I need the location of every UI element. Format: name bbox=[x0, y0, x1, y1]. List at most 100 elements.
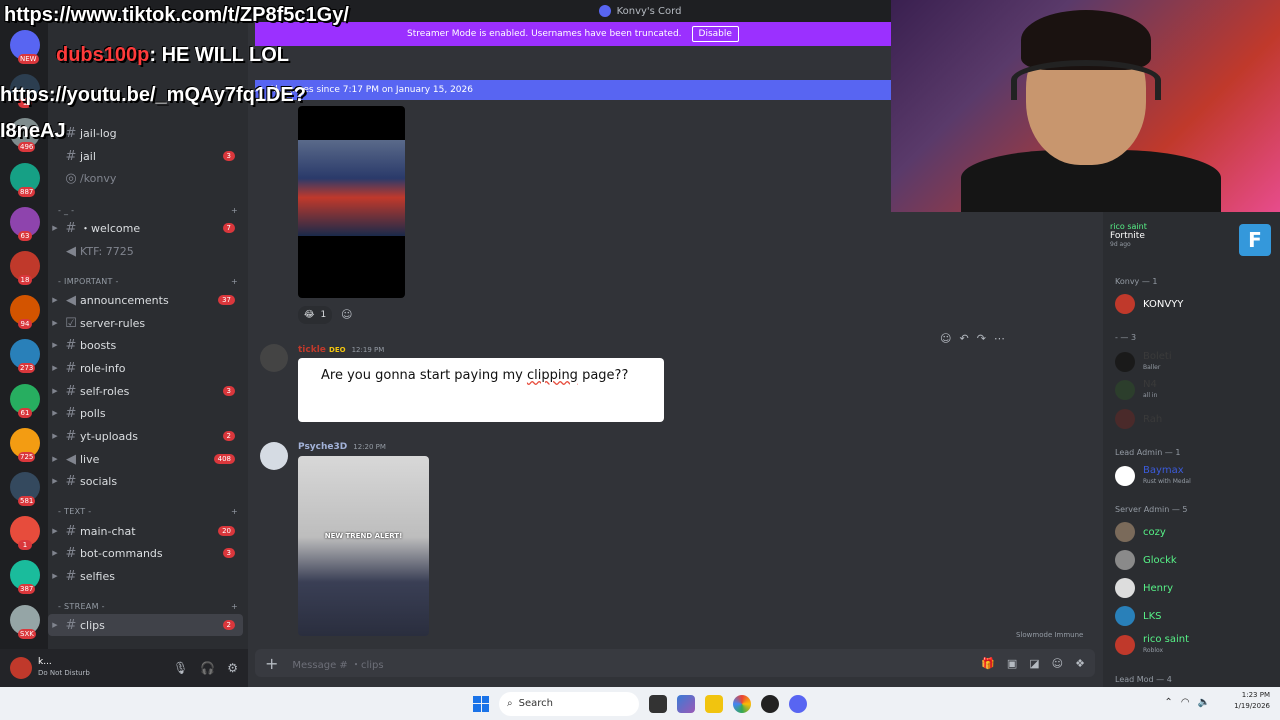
channel-role-info[interactable]: ▶ # role-info bbox=[48, 357, 243, 379]
collapse-arrow-icon: ▶ bbox=[52, 319, 58, 327]
channel-welcome[interactable]: ▶ # ・welcome 7 bbox=[48, 217, 243, 239]
task-view-icon[interactable] bbox=[649, 694, 667, 713]
obs-icon[interactable] bbox=[761, 694, 779, 713]
search-label: Search bbox=[518, 698, 553, 709]
member-name: Boleti bbox=[1143, 351, 1172, 362]
add-channel-icon[interactable]: + bbox=[231, 206, 238, 215]
channel-announcements[interactable]: ▶ ◀ announcements 37 bbox=[48, 289, 243, 311]
member-item[interactable]: Baymax Rust with Medal bbox=[1115, 465, 1191, 487]
channel-label: socials bbox=[80, 474, 118, 488]
member-name: KONVYY bbox=[1143, 298, 1184, 310]
add-channel-icon[interactable]: + bbox=[231, 602, 238, 611]
unread-badge: 3 bbox=[222, 151, 235, 161]
channel-bot-commands[interactable]: ▶ # bot-commands 3 bbox=[48, 542, 243, 564]
sticker-icon[interactable]: ◪ bbox=[1029, 657, 1039, 670]
chrome-icon[interactable] bbox=[733, 694, 751, 713]
member-name: Henry bbox=[1143, 582, 1174, 594]
category-text[interactable]: - TEXT - + bbox=[58, 507, 238, 516]
member-name: Rah bbox=[1143, 413, 1163, 425]
channel-jail-log[interactable]: ▶ # jail-log bbox=[48, 122, 243, 144]
message-author[interactable]: Psyche3D 12:20 PM bbox=[298, 442, 386, 452]
windows-start-icon[interactable] bbox=[473, 695, 489, 712]
gear-icon[interactable]: ⚙ bbox=[227, 661, 238, 675]
headphones-icon[interactable]: 🎧 bbox=[200, 661, 215, 675]
member-item[interactable]: N4 all in bbox=[1115, 379, 1157, 401]
add-channel-icon[interactable]: + bbox=[231, 507, 238, 516]
category-important[interactable]: - IMPORTANT - + bbox=[58, 277, 238, 286]
channel-clips[interactable]: ▶ # clips 2 bbox=[48, 614, 243, 636]
reply-icon[interactable]: ↶ bbox=[959, 332, 968, 345]
author-name: Psyche3D bbox=[298, 442, 348, 452]
gift-icon[interactable]: 🎁 bbox=[981, 657, 995, 670]
member-item[interactable]: Boleti Baller bbox=[1115, 351, 1172, 373]
channel-ktf[interactable]: ◀ KTF: 7725 bbox=[48, 240, 243, 262]
member-item[interactable]: LKS bbox=[1115, 606, 1161, 626]
category-label: - STREAM - bbox=[58, 602, 105, 611]
file-explorer-icon[interactable] bbox=[705, 694, 723, 713]
wifi-icon[interactable]: ◠ bbox=[1181, 697, 1190, 708]
collapse-arrow-icon: ▶ bbox=[52, 387, 58, 395]
channel-konvy-stage[interactable]: ◎/konvy bbox=[48, 167, 243, 189]
unread-badge: 37 bbox=[218, 295, 235, 305]
add-channel-icon[interactable]: + bbox=[231, 277, 238, 286]
new-messages-bar[interactable]: Al... ...ges since 7:17 PM on January 15… bbox=[255, 80, 891, 100]
now-playing-card[interactable]: rico saint Fortnite 9d ago F bbox=[1110, 222, 1275, 262]
clock[interactable]: 1:23 PM 1/19/2026 bbox=[1234, 690, 1270, 712]
apps-icon[interactable]: ❖ bbox=[1075, 657, 1085, 670]
volume-icon[interactable]: 🔈 bbox=[1198, 697, 1210, 708]
reaction-pill[interactable]: 😂 1 bbox=[298, 306, 333, 324]
add-attachment-icon[interactable]: + bbox=[265, 654, 278, 673]
overlay-chat-text: : HE WILL LOL bbox=[149, 44, 289, 66]
category-misc[interactable]: - _ - + bbox=[58, 206, 238, 215]
member-item[interactable]: Henry bbox=[1115, 578, 1173, 598]
avatar bbox=[1115, 635, 1135, 655]
message-hover-toolbar: ☺ ↶ ↷ ⋯ bbox=[940, 332, 1005, 345]
react-icon[interactable]: ☺ bbox=[940, 332, 951, 345]
chevron-up-icon[interactable]: ⌃ bbox=[1164, 697, 1172, 708]
overlay-chat-line: dubs100p: HE WILL LOL bbox=[56, 44, 289, 67]
microphone-icon[interactable]: 🎙 bbox=[173, 661, 188, 675]
channel-self-roles[interactable]: ▶ # self-roles 3 bbox=[48, 380, 243, 402]
collapse-arrow-icon: ▶ bbox=[52, 455, 58, 463]
disable-button[interactable]: Disable bbox=[691, 26, 739, 42]
add-reaction-icon[interactable]: ☺ bbox=[341, 308, 352, 321]
channel-boosts[interactable]: ▶ # boosts bbox=[48, 334, 243, 356]
member-item[interactable]: KONVYY bbox=[1115, 294, 1183, 314]
gif-icon[interactable]: ▣ bbox=[1007, 657, 1017, 670]
avatar[interactable] bbox=[260, 344, 288, 372]
taskbar-search[interactable]: ⌕ Search bbox=[499, 691, 639, 716]
category-label: - IMPORTANT - bbox=[58, 277, 119, 286]
member-item[interactable]: cozy bbox=[1115, 522, 1166, 542]
message-author[interactable]: tickle DEO 12:19 PM bbox=[298, 345, 384, 355]
copilot-icon[interactable] bbox=[677, 694, 695, 713]
video-embed[interactable] bbox=[298, 106, 405, 298]
channel-yt-uploads[interactable]: ▶ # yt-uploads 2 bbox=[48, 425, 243, 447]
category-stream[interactable]: - STREAM - + bbox=[58, 602, 238, 611]
channel-polls[interactable]: ▶ # polls bbox=[48, 402, 243, 424]
avatar[interactable] bbox=[10, 657, 32, 679]
member-name: rico saint bbox=[1143, 634, 1190, 645]
more-icon[interactable]: ⋯ bbox=[994, 332, 1005, 345]
collapse-arrow-icon: ▶ bbox=[52, 409, 58, 417]
video-embed[interactable]: NEW TREND ALERT! bbox=[298, 456, 429, 636]
message-input[interactable]: + Message # ・clips 🎁 ▣ ◪ ☺ ❖ bbox=[255, 649, 1095, 677]
member-status: Baller bbox=[1143, 364, 1161, 371]
discord-app-icon[interactable] bbox=[789, 694, 807, 713]
channel-sidebar: ▶ # jail-log # jail 3 ◎/konvy - _ - + ▶ # ・welc… bbox=[48, 22, 248, 649]
channel-socials[interactable]: ▶ # socials bbox=[48, 470, 243, 492]
emoji-icon[interactable]: ☺ bbox=[1052, 657, 1063, 670]
clock-time: 1:23 PM bbox=[1241, 691, 1270, 699]
forward-icon[interactable]: ↷ bbox=[977, 332, 986, 345]
channel-live[interactable]: ▶ ◀ live 408 bbox=[48, 448, 243, 470]
member-item[interactable]: Glockk bbox=[1115, 550, 1177, 570]
avatar[interactable] bbox=[260, 442, 288, 470]
channel-main-chat[interactable]: ▶ # main-chat 20 bbox=[48, 520, 243, 542]
member-item[interactable]: rico saint Roblox bbox=[1115, 634, 1189, 656]
member-item[interactable]: Rah bbox=[1115, 409, 1162, 429]
message-text: start paying my bbox=[415, 368, 527, 383]
user-panel: k... Do Not Disturb 🎙 🎧 ⚙ bbox=[0, 649, 248, 687]
channel-selfies[interactable]: ▶ # selfies bbox=[48, 565, 243, 587]
channel-server-rules[interactable]: ▶ ☑ server-rules bbox=[48, 312, 243, 334]
channel-label: polls bbox=[80, 406, 106, 420]
channel-jail[interactable]: # jail 3 bbox=[48, 145, 243, 167]
